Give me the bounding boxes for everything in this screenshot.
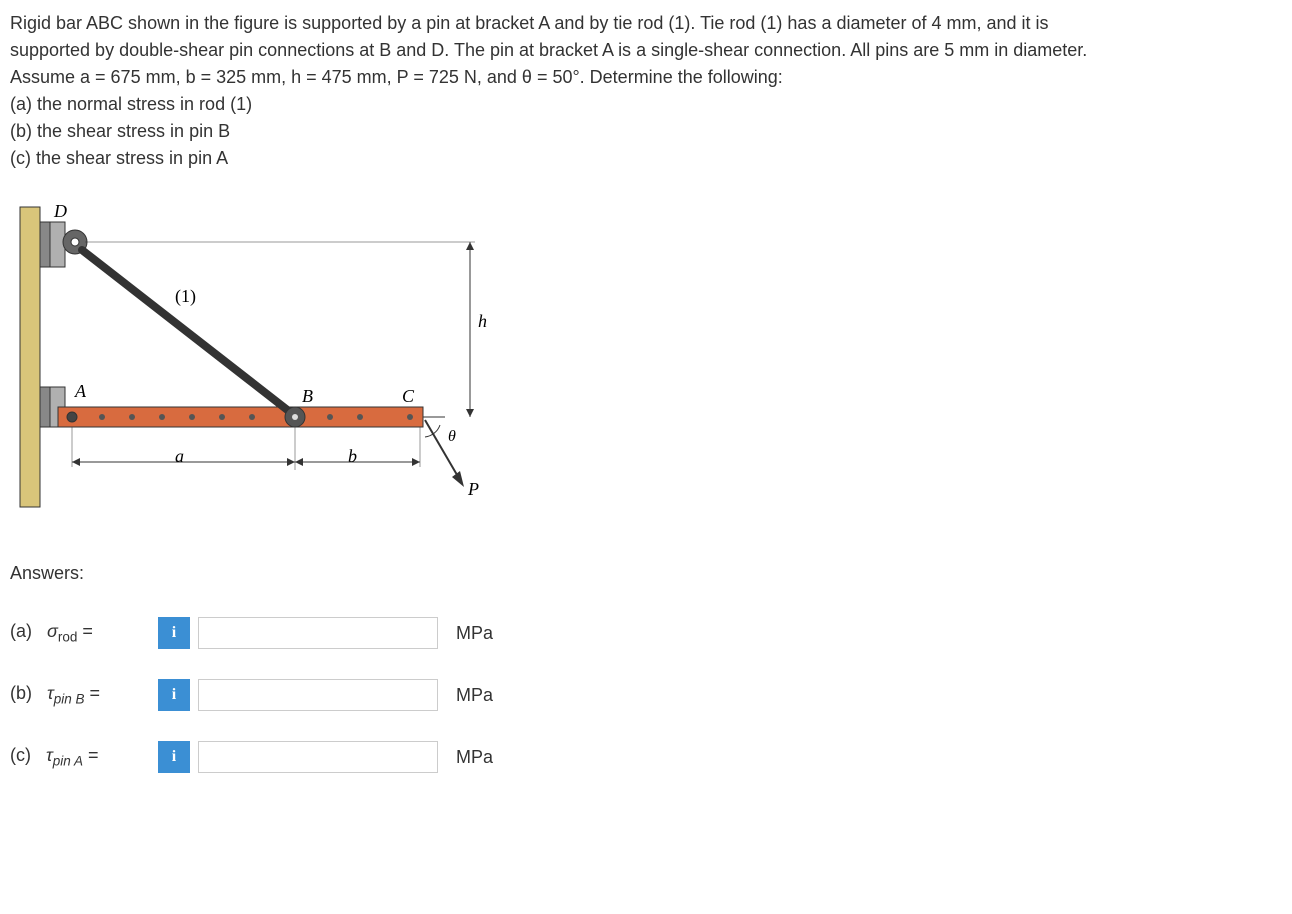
label-b: B — [302, 386, 313, 406]
label-c: C — [402, 386, 415, 406]
answer-b-input[interactable] — [198, 679, 438, 711]
mechanics-diagram: D A (1) B C — [10, 202, 500, 512]
label-rod: (1) — [175, 286, 196, 307]
problem-line-1: Rigid bar ABC shown in the figure is sup… — [10, 10, 1282, 37]
label-d: D — [53, 202, 67, 221]
problem-line-2: supported by double-shear pin connection… — [10, 37, 1282, 64]
answer-row-b: (b) τpin B = i MPa — [10, 679, 1282, 711]
answer-a-label: (a) σrod = — [10, 618, 150, 648]
answer-row-a: (a) σrod = i MPa — [10, 617, 1282, 649]
rigid-bar — [58, 407, 423, 427]
tie-rod — [82, 250, 290, 412]
problem-figure: D A (1) B C — [10, 202, 1282, 520]
answer-row-c: (c) τpin A = i MPa — [10, 741, 1282, 773]
answers-heading: Answers: — [10, 560, 1282, 587]
problem-statement: Rigid bar ABC shown in the figure is sup… — [10, 10, 1282, 172]
answer-b-label: (b) τpin B = — [10, 680, 150, 710]
answers-section: Answers: (a) σrod = i MPa (b) τpin B = i… — [10, 560, 1282, 773]
info-icon[interactable]: i — [158, 741, 190, 773]
answer-b-unit: MPa — [456, 682, 493, 709]
wall — [20, 207, 40, 507]
label-a: A — [74, 381, 87, 401]
info-icon[interactable]: i — [158, 679, 190, 711]
label-theta: θ — [448, 428, 456, 445]
pin-a — [67, 412, 77, 422]
answer-a-unit: MPa — [456, 620, 493, 647]
label-b-dim: b — [348, 446, 357, 466]
answer-a-input[interactable] — [198, 617, 438, 649]
label-h: h — [478, 311, 487, 331]
answer-c-unit: MPa — [456, 744, 493, 771]
problem-part-a: (a) the normal stress in rod (1) — [10, 91, 1282, 118]
problem-line-3: Assume a = 675 mm, b = 325 mm, h = 475 m… — [10, 64, 1282, 91]
problem-part-c: (c) the shear stress in pin A — [10, 145, 1282, 172]
label-p: P — [467, 479, 479, 499]
problem-part-b: (b) the shear stress in pin B — [10, 118, 1282, 145]
label-a-dim: a — [175, 446, 184, 466]
info-icon[interactable]: i — [158, 617, 190, 649]
answer-c-label: (c) τpin A = — [10, 742, 150, 772]
answer-c-input[interactable] — [198, 741, 438, 773]
